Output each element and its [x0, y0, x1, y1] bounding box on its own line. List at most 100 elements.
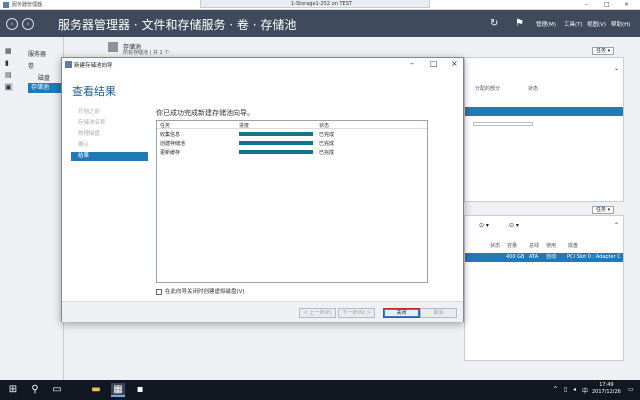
nav-disks[interactable]: 磁盘 [38, 73, 50, 82]
wizard-message: 你已成功完成新建存储池向导。 [156, 109, 254, 117]
wizard-icon [65, 61, 72, 68]
cancel-button[interactable]: 取消 [420, 308, 457, 318]
col-status: 状态 [490, 243, 501, 249]
menu-view[interactable]: 视图(V) [587, 20, 606, 28]
volume-icon[interactable]: ◂ [573, 386, 576, 393]
row-status: 已完成 [319, 141, 335, 147]
table-row[interactable]: 创建存储池 已完成 [157, 139, 427, 147]
new-storage-pool-wizard: 新建存储池向导 – □ × 查看结果 开始之前 存储池名称 物理磁盘 确认 结果… [61, 57, 464, 322]
row-progress-bar [239, 150, 313, 154]
next-button[interactable]: 下一步(N) > [338, 308, 375, 318]
input-language[interactable]: 中 [582, 386, 588, 395]
left-navigation: ▦ ▮ ▤ ▣ 服务器 卷 磁盘 存储池 [0, 37, 64, 380]
row-task: 收集信息 [160, 132, 181, 138]
row-progress-fill [239, 132, 313, 136]
refresh-icon[interactable]: ↻ [490, 18, 498, 29]
col-bus: 总线 [529, 243, 540, 249]
pool-row-selected[interactable] [465, 107, 623, 116]
row-progress-bar [239, 132, 313, 136]
tasks-label: 任务 [596, 48, 607, 54]
previous-button[interactable]: < 上一步(P) [299, 308, 336, 318]
tray-up-icon[interactable]: ^ [553, 386, 558, 393]
step-physical-disks: 物理磁盘 [78, 131, 101, 137]
notification-center-icon[interactable]: ▭ [628, 386, 634, 393]
clock-time: 17:49 [599, 382, 614, 388]
col-allocated: 分配的部分 [475, 86, 501, 92]
tasks-dropdown-bottom[interactable]: 任务 ▾ [592, 206, 615, 214]
forward-icon[interactable]: › [22, 18, 34, 30]
disk-capacity: 400 GB [506, 254, 525, 260]
wizard-minimize-icon[interactable]: – [410, 59, 414, 68]
col-chassis: 底盘 [568, 243, 579, 249]
local-server-icon[interactable]: ▮ [5, 59, 13, 67]
pools-panel: ⌄ 分配的部分 状态 [464, 57, 624, 202]
disk-bus: ATA [529, 254, 539, 260]
tasks-label-bottom: 任务 [596, 207, 607, 213]
dashboard-icon[interactable]: ▦ [5, 47, 13, 55]
start-icon[interactable]: ⊞ [6, 383, 20, 397]
breadcrumb: 服务器管理器 · 文件和存储服务 · 卷 · 存储池 [58, 18, 297, 32]
network-icon[interactable]: ▯ [564, 386, 567, 393]
clock-date: 2017/12/26 [592, 389, 621, 395]
maximize-icon[interactable]: □ [604, 1, 610, 8]
close-icon[interactable]: × [624, 1, 629, 8]
file-explorer-icon[interactable]: ▬ [89, 383, 103, 397]
nav-storage-pools[interactable]: 存储池 [28, 83, 64, 93]
row-progress-bar [239, 141, 313, 145]
powershell-icon[interactable]: ▪ [133, 383, 147, 397]
disk-usage: 自动 [546, 254, 557, 260]
window-titlebar: 服务器管理器 1-Storage1-252 on TEST – □ × [0, 0, 640, 10]
nav-servers[interactable]: 服务器 [28, 49, 46, 58]
pool-header-icon [108, 42, 118, 52]
wizard-heading: 查看结果 [72, 85, 116, 98]
step-pool-name: 存储池名称 [78, 120, 106, 126]
nav-storage-pools-label: 存储池 [31, 84, 50, 91]
row-task: 更新缓存 [160, 150, 181, 156]
wizard-titlebar: 新建存储池向导 – □ × [62, 58, 463, 71]
menu-tools[interactable]: 工具(T) [564, 20, 583, 28]
server-manager-taskbar-icon[interactable]: ▦ [111, 383, 125, 397]
create-virtual-disk-label: 在此向导关闭时创建虚拟磁盘(V) [165, 289, 245, 295]
remote-session-bar[interactable]: 1-Storage1-252 on TEST [200, 0, 430, 8]
task-view-icon[interactable]: ▭ [50, 383, 64, 397]
tasks-dropdown-top[interactable]: 任务 ▾ [592, 47, 615, 55]
clock[interactable]: 17:49 2017/12/26 [592, 382, 621, 396]
wizard-maximize-icon[interactable]: □ [430, 59, 438, 68]
notifications-flag-icon[interactable]: ⚑ [515, 18, 524, 29]
taskbar: ⊞ ⚲ ▭ ▬ ▦ ▪ ^ ▯ ◂ 中 17:49 2017/12/26 ▭ [0, 380, 640, 400]
filter-icon[interactable]: ⊙ ▾ [479, 222, 489, 229]
step-results[interactable]: 结果 [71, 152, 148, 161]
create-virtual-disk-option[interactable]: 在此向导关闭时创建虚拟磁盘(V) [156, 287, 245, 295]
menu-help[interactable]: 帮助(H) [611, 20, 630, 28]
create-virtual-disk-checkbox[interactable] [156, 288, 162, 295]
results-table-header: 任务 进度 状态 [157, 121, 427, 129]
col-status-top: 状态 [528, 86, 539, 92]
disks-panel: ⊙ ▾ ⊙ ▾ ⌃ 状态 容量 总线 使用 底盘 400 GB ATA 自动 P… [464, 215, 624, 361]
menu-manage[interactable]: 管理(M) [536, 20, 556, 28]
disk-row-selected[interactable]: 400 GB ATA 自动 PCI Slot 0 : Adapter C [465, 253, 623, 262]
server-manager-header: ‹ › 服务器管理器 · 文件和存储服务 · 卷 · 存储池 ↻ ⚑ 管理(M)… [0, 10, 640, 37]
file-storage-icon[interactable]: ▣ [5, 83, 13, 91]
wizard-steps: 开始之前 存储池名称 物理磁盘 确认 结果 [71, 108, 148, 163]
search-icon[interactable]: ⚲ [28, 383, 42, 397]
step-before-you-begin: 开始之前 [78, 109, 101, 115]
all-servers-icon[interactable]: ▤ [5, 71, 13, 79]
collapse-icon[interactable]: ⌃ [614, 222, 619, 229]
app-icon [3, 2, 9, 8]
col-usage: 使用 [546, 243, 557, 249]
remote-session-title: 1-Storage1-252 on TEST [291, 1, 352, 7]
row-status: 已完成 [319, 150, 335, 156]
options-icon[interactable]: ⊙ ▾ [509, 222, 519, 229]
nav-volumes[interactable]: 卷 [28, 61, 34, 70]
close-button[interactable]: 关闭 [383, 308, 420, 318]
row-progress-fill [239, 150, 313, 154]
wizard-close-icon[interactable]: × [451, 59, 458, 68]
minimize-icon[interactable]: – [585, 1, 588, 8]
back-icon[interactable]: ‹ [6, 18, 18, 30]
step-confirmation: 确认 [78, 142, 90, 148]
wizard-title: 新建存储池向导 [74, 63, 113, 69]
expand-icon[interactable]: ⌄ [614, 65, 619, 72]
row-progress-fill [239, 141, 313, 145]
table-row[interactable]: 收集信息 已完成 [157, 130, 427, 138]
table-row[interactable]: 更新缓存 已完成 [157, 148, 427, 156]
